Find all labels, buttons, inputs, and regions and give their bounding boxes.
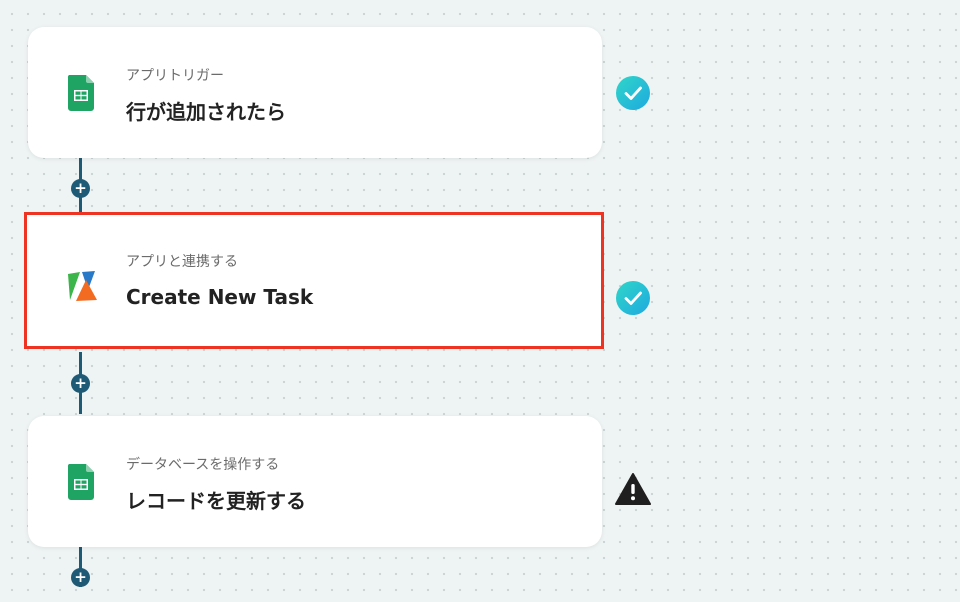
google-sheets-icon (66, 75, 96, 111)
warning-icon (615, 471, 651, 507)
add-step-button[interactable]: + (71, 374, 90, 393)
app-logo-icon (64, 268, 100, 304)
step-title: Create New Task (126, 285, 314, 309)
add-step-button[interactable]: + (71, 179, 90, 198)
check-icon (615, 280, 651, 316)
check-icon (615, 75, 651, 111)
step-type-label: アプリと連携する (126, 254, 238, 270)
step-type-label: データベースを操作する (126, 457, 280, 473)
flow-step-card[interactable]: アプリと連携する Create New Task (24, 212, 604, 349)
step-title: 行が追加されたら (126, 100, 286, 124)
flow-step-card[interactable]: アプリトリガー 行が追加されたら (28, 27, 602, 158)
step-title: レコードを更新する (126, 489, 306, 513)
step-type-label: アプリトリガー (126, 68, 224, 84)
flow-step-card[interactable]: データベースを操作する レコードを更新する (28, 416, 602, 547)
google-sheets-icon (66, 464, 96, 500)
add-step-button[interactable]: + (71, 568, 90, 587)
